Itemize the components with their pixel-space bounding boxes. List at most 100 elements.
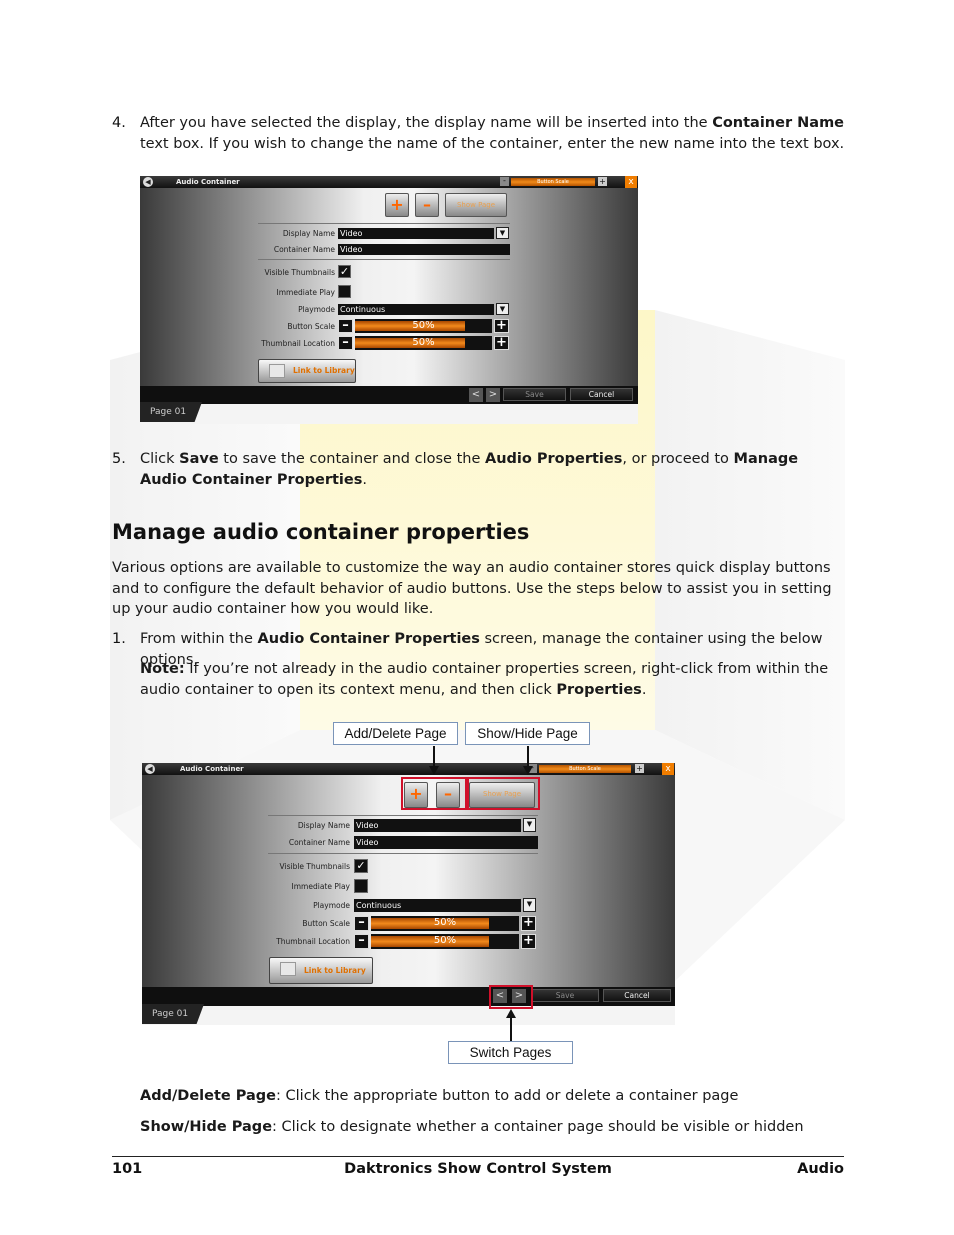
visible-thumbnails-checkbox[interactable]: ✓ xyxy=(354,859,368,873)
highlight-switch-pages xyxy=(489,985,533,1009)
speaker-icon: ◀ xyxy=(143,177,153,187)
container-name-label: Container Name xyxy=(273,245,335,254)
thumbnail-location-slider[interactable]: 50% xyxy=(371,934,519,949)
window-title: Audio Container xyxy=(176,178,240,186)
bottom-bar: < > Save Cancel xyxy=(140,386,638,404)
display-name-label: Display Name xyxy=(282,229,335,238)
highlight-add-delete xyxy=(401,777,467,810)
title-bar: ◀ Audio Container - Button Scale + x xyxy=(142,763,675,775)
title-button-scale[interactable]: Button Scale xyxy=(539,765,631,773)
display-name-field[interactable]: Video xyxy=(338,228,494,239)
callout-show-hide-page: Show/Hide Page xyxy=(465,722,590,745)
step-5-text: Click Save to save the container and clo… xyxy=(140,451,799,488)
divider xyxy=(268,815,538,816)
save-button[interactable]: Save xyxy=(503,388,566,401)
step-4-number: 4. xyxy=(112,115,126,131)
thumbnail-location-value: 50% xyxy=(412,337,435,348)
button-scale-label: Button Scale xyxy=(302,919,350,928)
cancel-button[interactable]: Cancel xyxy=(570,388,633,401)
page-tab[interactable]: Page 01 xyxy=(140,402,202,422)
container-name-input[interactable]: Video xyxy=(338,244,510,255)
playmode-select[interactable]: Continuous xyxy=(338,304,494,315)
playmode-select[interactable]: Continuous xyxy=(354,899,521,912)
scale-plus-icon[interactable]: + xyxy=(635,764,644,773)
step-5-number: 5. xyxy=(112,451,126,467)
show-hide-description: Show/Hide Page: Click to designate wheth… xyxy=(140,1119,804,1135)
prev-page-button[interactable]: < xyxy=(469,388,483,402)
thumbnail-location-label: Thumbnail Location xyxy=(261,339,335,348)
button-scale-slider[interactable]: 50% xyxy=(371,916,519,931)
library-icon xyxy=(269,364,285,378)
note-paragraph: Note: If you’re not already in the audio… xyxy=(140,661,829,698)
container-name-input[interactable]: Video xyxy=(354,836,538,849)
plus-icon[interactable]: + xyxy=(494,319,509,333)
save-button[interactable]: Save xyxy=(531,989,599,1002)
delete-page-button[interactable]: – xyxy=(415,193,439,217)
title-button-scale[interactable]: Button Scale xyxy=(511,178,595,186)
minus-icon[interactable]: – xyxy=(354,934,369,949)
arrow-line xyxy=(433,746,435,767)
callout-switch-pages: Switch Pages xyxy=(448,1041,573,1064)
playmode-label: Playmode xyxy=(298,305,335,314)
immediate-play-checkbox[interactable] xyxy=(338,285,351,298)
button-scale-label: Button Scale xyxy=(287,322,335,331)
highlight-show-hide xyxy=(467,777,540,810)
footer-section: Audio xyxy=(797,1161,844,1177)
audio-container-screenshot-1: ◀ Audio Container - Button Scale + x + –… xyxy=(140,176,638,424)
display-name-label: Display Name xyxy=(297,821,350,830)
page-tab[interactable]: Page 01 xyxy=(142,1004,204,1024)
plus-icon[interactable]: + xyxy=(494,336,509,350)
divider xyxy=(258,223,510,224)
minus-icon[interactable]: – xyxy=(338,336,353,350)
minus-icon[interactable]: – xyxy=(354,916,369,931)
footer-rule xyxy=(112,1156,844,1157)
visible-thumbnails-label: Visible Thumbnails xyxy=(279,862,350,871)
scale-plus-icon[interactable]: + xyxy=(598,177,607,186)
step-1-number: 1. xyxy=(112,631,126,647)
close-button[interactable]: x xyxy=(625,176,637,188)
add-page-button[interactable]: + xyxy=(385,193,409,217)
step-4-text: After you have selected the display, the… xyxy=(140,115,845,152)
next-page-button[interactable]: > xyxy=(486,388,500,402)
page-strip xyxy=(142,1006,675,1025)
add-delete-description: Add/Delete Page: Click the appropriate b… xyxy=(140,1088,739,1104)
arrow-down-icon xyxy=(523,766,533,775)
scale-minus-icon[interactable]: - xyxy=(500,177,509,186)
thumbnail-location-value: 50% xyxy=(433,935,457,946)
plus-icon[interactable]: + xyxy=(521,916,536,931)
thumbnail-location-slider[interactable]: 50% xyxy=(355,336,492,350)
chevron-down-icon[interactable]: ▼ xyxy=(523,818,536,832)
title-bar: ◀ Audio Container - Button Scale + x xyxy=(140,176,638,188)
immediate-play-label: Immediate Play xyxy=(276,288,335,297)
visible-thumbnails-label: Visible Thumbnails xyxy=(264,268,335,277)
container-name-label: Container Name xyxy=(288,838,350,847)
arrow-line xyxy=(510,1016,512,1041)
playmode-label: Playmode xyxy=(313,901,350,910)
intro-paragraph: Various options are available to customi… xyxy=(112,560,832,617)
arrow-line xyxy=(527,746,529,767)
footer-title: Daktronics Show Control System xyxy=(344,1161,612,1177)
bottom-bar: < > Save Cancel xyxy=(142,987,675,1006)
window-title: Audio Container xyxy=(180,765,244,773)
display-name-field[interactable]: Video xyxy=(354,819,521,832)
arrow-down-icon xyxy=(429,766,439,775)
link-to-library-button[interactable]: Link to Library xyxy=(258,359,356,383)
library-icon xyxy=(280,962,296,976)
divider xyxy=(268,853,538,854)
minus-icon[interactable]: – xyxy=(338,319,353,333)
cancel-button[interactable]: Cancel xyxy=(603,989,671,1002)
chevron-down-icon[interactable]: ▼ xyxy=(523,898,536,912)
close-button[interactable]: x xyxy=(662,763,674,775)
plus-icon[interactable]: + xyxy=(521,934,536,949)
button-scale-value: 50% xyxy=(433,917,457,928)
chevron-down-icon[interactable]: ▼ xyxy=(496,303,509,315)
immediate-play-label: Immediate Play xyxy=(291,882,350,891)
link-to-library-button[interactable]: Link to Library xyxy=(269,957,373,984)
properties-panel: + – Show Page Display Name Video ▼ Conta… xyxy=(140,188,638,386)
show-page-button[interactable]: Show Page xyxy=(445,193,507,217)
thumbnail-location-label: Thumbnail Location xyxy=(276,937,350,946)
visible-thumbnails-checkbox[interactable]: ✓ xyxy=(338,265,351,278)
immediate-play-checkbox[interactable] xyxy=(354,879,368,893)
chevron-down-icon[interactable]: ▼ xyxy=(496,227,509,239)
button-scale-slider[interactable]: 50% xyxy=(355,319,492,333)
